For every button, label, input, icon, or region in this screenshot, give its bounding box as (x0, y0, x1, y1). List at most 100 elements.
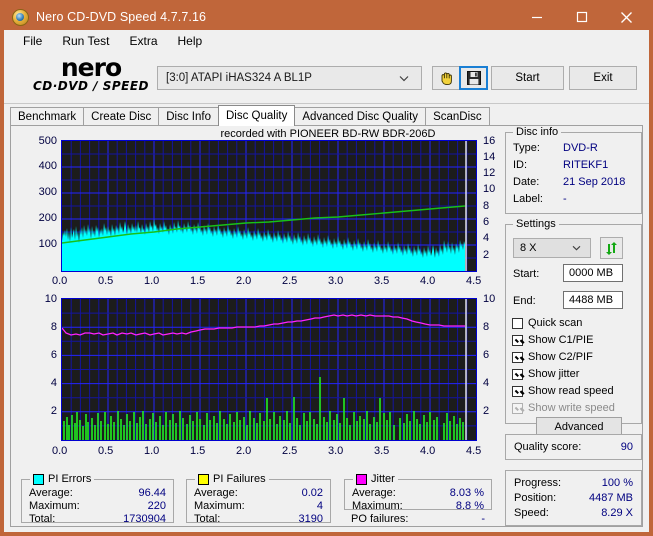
checkbox-box (512, 351, 523, 363)
tab-advanced-disc-quality[interactable]: Advanced Disc Quality (294, 107, 427, 126)
pi-errors-stats-title: PI Errors (30, 473, 95, 485)
position-label: Position: (514, 492, 557, 504)
po-failures-value: - (481, 513, 485, 525)
checkbox-box (512, 385, 523, 397)
exit-button[interactable]: Exit (569, 66, 637, 90)
chart1-y2tick-14: 14 (483, 151, 496, 163)
speed-select[interactable]: 8 X (513, 238, 591, 258)
chart2-ytick-2: 2 (50, 405, 57, 417)
drive-select-value: [3:0] ATAPI iHAS324 A BL1P (166, 72, 312, 84)
start-button[interactable]: Start (491, 66, 564, 90)
chart1-xtick-6: 3.0 (328, 275, 344, 287)
maximize-button[interactable] (559, 4, 604, 30)
tab-strip: Benchmark Create Disc Disc Info Disc Qua… (10, 105, 643, 126)
chart2-xtick-2: 1.0 (144, 445, 160, 457)
refresh-button[interactable] (600, 237, 623, 259)
pi-errors-svg (62, 141, 476, 271)
close-button[interactable] (604, 4, 649, 30)
chart2-y2tick-2: 2 (483, 405, 490, 417)
chart1-xtick-7: 3.5 (374, 275, 390, 287)
menu-extra[interactable]: Extra (120, 32, 166, 50)
minimize-button[interactable] (514, 4, 559, 30)
menu-file[interactable]: File (14, 32, 51, 50)
chart1-y2tick-16: 16 (483, 135, 496, 147)
logo-wordmark: nero (60, 53, 122, 82)
jitter-stats-label: Jitter (371, 473, 395, 485)
chart1-ytick-500: 500 (38, 135, 57, 147)
chart1-ytick-400: 400 (38, 160, 57, 172)
save-button[interactable] (459, 66, 488, 90)
pi-failures-color-swatch (198, 473, 209, 485)
tab-disc-info[interactable]: Disc Info (158, 107, 219, 126)
jitter-pif-plot (61, 298, 477, 441)
hand-icon-button[interactable] (432, 66, 461, 90)
jitter-stats: Jitter Average: 8.03 % Maximum: 8.8 % (344, 473, 492, 512)
end-field[interactable]: 4488 MB (563, 291, 623, 309)
disc-info-label-value: - (563, 193, 567, 205)
pi-failures-stats: PI Failures Average: 0.02 Maximum: 4 Tot… (186, 473, 331, 525)
tab-disc-quality[interactable]: Disc Quality (218, 105, 296, 126)
pi-errors-plot (61, 140, 477, 272)
chart2-ytick-10: 10 (44, 293, 57, 305)
start-field[interactable]: 0000 MB (563, 264, 623, 282)
jitter-maximum-value: 8.8 % (455, 500, 484, 512)
menu-help[interactable]: Help (169, 32, 212, 50)
menu-run-test[interactable]: Run Test (53, 32, 118, 50)
chart2-xtick-5: 2.5 (282, 445, 298, 457)
pi-failures-stats-label: PI Failures (213, 473, 266, 485)
checkbox-show-c2-pif-label: Show C2/PIF (528, 351, 593, 363)
jitter-maximum-label: Maximum: (352, 500, 403, 512)
window-title: Nero CD-DVD Speed 4.7.7.16 (36, 10, 207, 24)
quality-score-label: Quality score: (514, 441, 582, 453)
nero-disc-icon (12, 8, 29, 26)
chart2-ytick-4: 4 (50, 377, 57, 389)
chart2-xtick-6: 3.0 (328, 445, 344, 457)
pi-failures-average-value: 0.02 (301, 487, 323, 499)
client-area: File Run Test Extra Help nero CD·DVD ∕ S… (4, 30, 649, 532)
pi-errors-stats: PI Errors Average: 96.44 Maximum: 220 To… (21, 473, 174, 525)
disc-info-id-label: ID: (513, 159, 528, 171)
chart2-xtick-8: 4.0 (420, 445, 436, 457)
disc-quality-panel: recorded with PIONEER BD-RW BDR-206D 500… (10, 125, 643, 527)
chart1-xtick-0: 0.0 (52, 275, 68, 287)
pi-errors-stats-label: PI Errors (48, 473, 92, 485)
checkbox-quick-scan[interactable]: Quick scan (512, 315, 582, 331)
settings-title: Settings (513, 218, 559, 230)
checkbox-show-jitter-label: Show jitter (528, 368, 580, 380)
pi-failures-total-row: Total: 3190 (194, 513, 323, 528)
chart2-y2tick-10: 10 (483, 293, 496, 305)
pi-failures-total-value: 3190 (298, 513, 323, 525)
checkbox-show-c2-pif[interactable]: Show C2/PIF (512, 349, 593, 365)
disc-info-title: Disc info (513, 126, 562, 138)
chart1-y2tick-2: 2 (483, 249, 490, 261)
tab-scandisc[interactable]: ScanDisc (425, 107, 490, 126)
pi-errors-total-value: 1730904 (123, 513, 166, 525)
pi-failures-maximum-label: Maximum: (194, 500, 245, 512)
disc-info-type-label: Type: (513, 142, 540, 154)
drive-select[interactable]: [3:0] ATAPI iHAS324 A BL1P (157, 66, 422, 90)
jitter-average-label: Average: (352, 487, 396, 499)
position-value: 4487 MB (588, 492, 633, 504)
chart1-y2tick-8: 8 (483, 200, 490, 212)
checkbox-show-read-speed[interactable]: Show read speed (512, 383, 614, 399)
pi-failures-average-label: Average: (194, 487, 238, 499)
pi-errors-maximum-label: Maximum: (29, 500, 80, 512)
checkbox-show-jitter[interactable]: Show jitter (512, 366, 579, 382)
chart2-xtick-0: 0.0 (52, 445, 68, 457)
logo-subtitle: CD·DVD ∕ SPEED (32, 79, 150, 93)
pi-errors-color-swatch (33, 473, 44, 485)
chart2-xtick-4: 2.0 (236, 445, 252, 457)
chart1-xtick-4: 2.0 (236, 275, 252, 287)
tab-create-disc[interactable]: Create Disc (83, 107, 160, 126)
charts-area: recorded with PIONEER BD-RW BDR-206D 500… (13, 128, 500, 468)
title-bar: Nero CD-DVD Speed 4.7.7.16 (4, 4, 649, 30)
chart2-y2tick-4: 4 (483, 377, 490, 389)
speed-select-value: 8 X (520, 242, 537, 254)
checkbox-show-c1-pie[interactable]: Show C1/PIE (512, 332, 593, 348)
checkbox-quick-scan-label: Quick scan (528, 317, 583, 329)
menu-bar: File Run Test Extra Help (4, 30, 649, 52)
tab-benchmark[interactable]: Benchmark (10, 107, 85, 126)
jitter-average-value: 8.03 % (449, 487, 484, 499)
jitter-pif-svg (62, 299, 476, 440)
disc-info-date-row: Date: 21 Sep 2018 (513, 176, 638, 192)
